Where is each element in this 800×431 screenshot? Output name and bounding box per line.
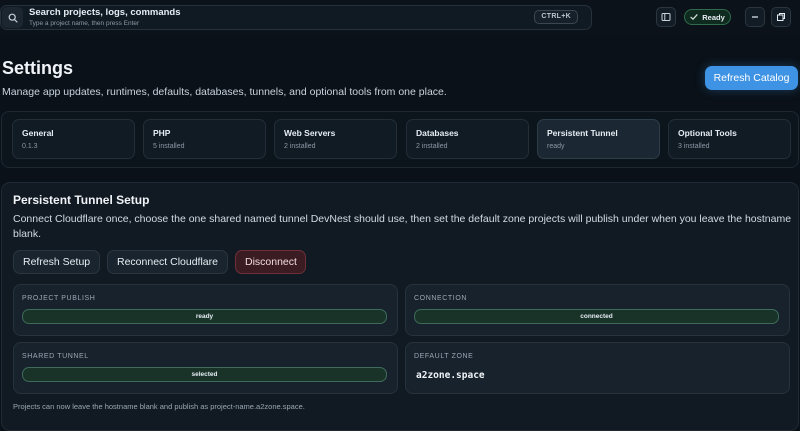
status-badge: connected (414, 309, 779, 324)
tab-subtitle: 2 installed (284, 143, 316, 150)
card-label: DEFAULT ZONE (414, 353, 474, 360)
tab-persistent-tunnel[interactable]: Persistent Tunnel ready (537, 119, 660, 159)
status-badge: selected (22, 367, 387, 382)
minimize-icon (752, 16, 758, 18)
search-title: Search projects, logs, commands (29, 7, 181, 18)
tab-label: Databases (416, 128, 459, 138)
search-hint: Type a project name, then press Enter (29, 20, 140, 27)
tab-databases[interactable]: Databases 2 installed (406, 119, 529, 159)
project-publish-card: PROJECT PUBLISH ready (13, 284, 398, 336)
sidebar-toggle-button[interactable] (656, 7, 676, 27)
section-description: Connect Cloudflare once, choose the one … (13, 213, 792, 240)
tab-subtitle: ready (547, 143, 565, 150)
search-icon[interactable] (2, 7, 23, 28)
check-icon (690, 14, 698, 20)
default-zone-value: a2zone.space (416, 370, 485, 381)
shared-tunnel-card: SHARED TUNNEL selected (13, 342, 398, 394)
tab-subtitle: 3 installed (678, 143, 710, 150)
tab-subtitle: 5 installed (153, 143, 185, 150)
tab-subtitle: 0.1.3 (22, 143, 38, 150)
refresh-setup-button[interactable]: Refresh Setup (13, 250, 100, 274)
page-subtitle: Manage app updates, runtimes, defaults, … (2, 86, 447, 98)
shortcut-badge: CTRL+K (534, 10, 578, 24)
command-search[interactable]: Search projects, logs, commands Type a p… (0, 5, 592, 30)
card-label: SHARED TUNNEL (22, 353, 89, 360)
reconnect-cloudflare-button[interactable]: Reconnect Cloudflare (107, 250, 228, 274)
top-bar: Search projects, logs, commands Type a p… (0, 0, 800, 34)
tab-label: Optional Tools (678, 128, 737, 138)
tab-label: Persistent Tunnel (547, 128, 618, 138)
page-title: Settings (2, 58, 74, 78)
restore-window-button[interactable] (771, 7, 791, 27)
tab-label: General (22, 128, 54, 138)
tab-label: Web Servers (284, 128, 336, 138)
minimize-button[interactable] (745, 7, 765, 27)
tab-web-servers[interactable]: Web Servers 2 installed (274, 119, 397, 159)
default-zone-card: DEFAULT ZONE a2zone.space (405, 342, 790, 394)
restore-window-icon (777, 13, 785, 21)
settings-tabs: General 0.1.3 PHP 5 installed Web Server… (1, 111, 799, 168)
card-label: PROJECT PUBLISH (22, 295, 96, 302)
status-badge: ready (22, 309, 387, 324)
disconnect-button[interactable]: Disconnect (235, 250, 306, 274)
card-label: CONNECTION (414, 295, 468, 302)
tab-label: PHP (153, 128, 171, 138)
publish-footnote: Projects can now leave the hostname blan… (13, 402, 305, 411)
tunnel-setup-panel: Persistent Tunnel Setup Connect Cloudfla… (1, 182, 799, 431)
tab-subtitle: 2 installed (416, 143, 448, 150)
tab-general[interactable]: General 0.1.3 (12, 119, 135, 159)
sidebar-toggle-icon (661, 13, 671, 21)
connection-card: CONNECTION connected (405, 284, 790, 336)
tab-php[interactable]: PHP 5 installed (143, 119, 266, 159)
section-title: Persistent Tunnel Setup (13, 193, 150, 207)
status-label: Ready (702, 12, 725, 22)
status-badge: Ready (684, 9, 731, 25)
tab-optional-tools[interactable]: Optional Tools 3 installed (668, 119, 791, 159)
refresh-catalog-button[interactable]: Refresh Catalog (705, 66, 798, 90)
